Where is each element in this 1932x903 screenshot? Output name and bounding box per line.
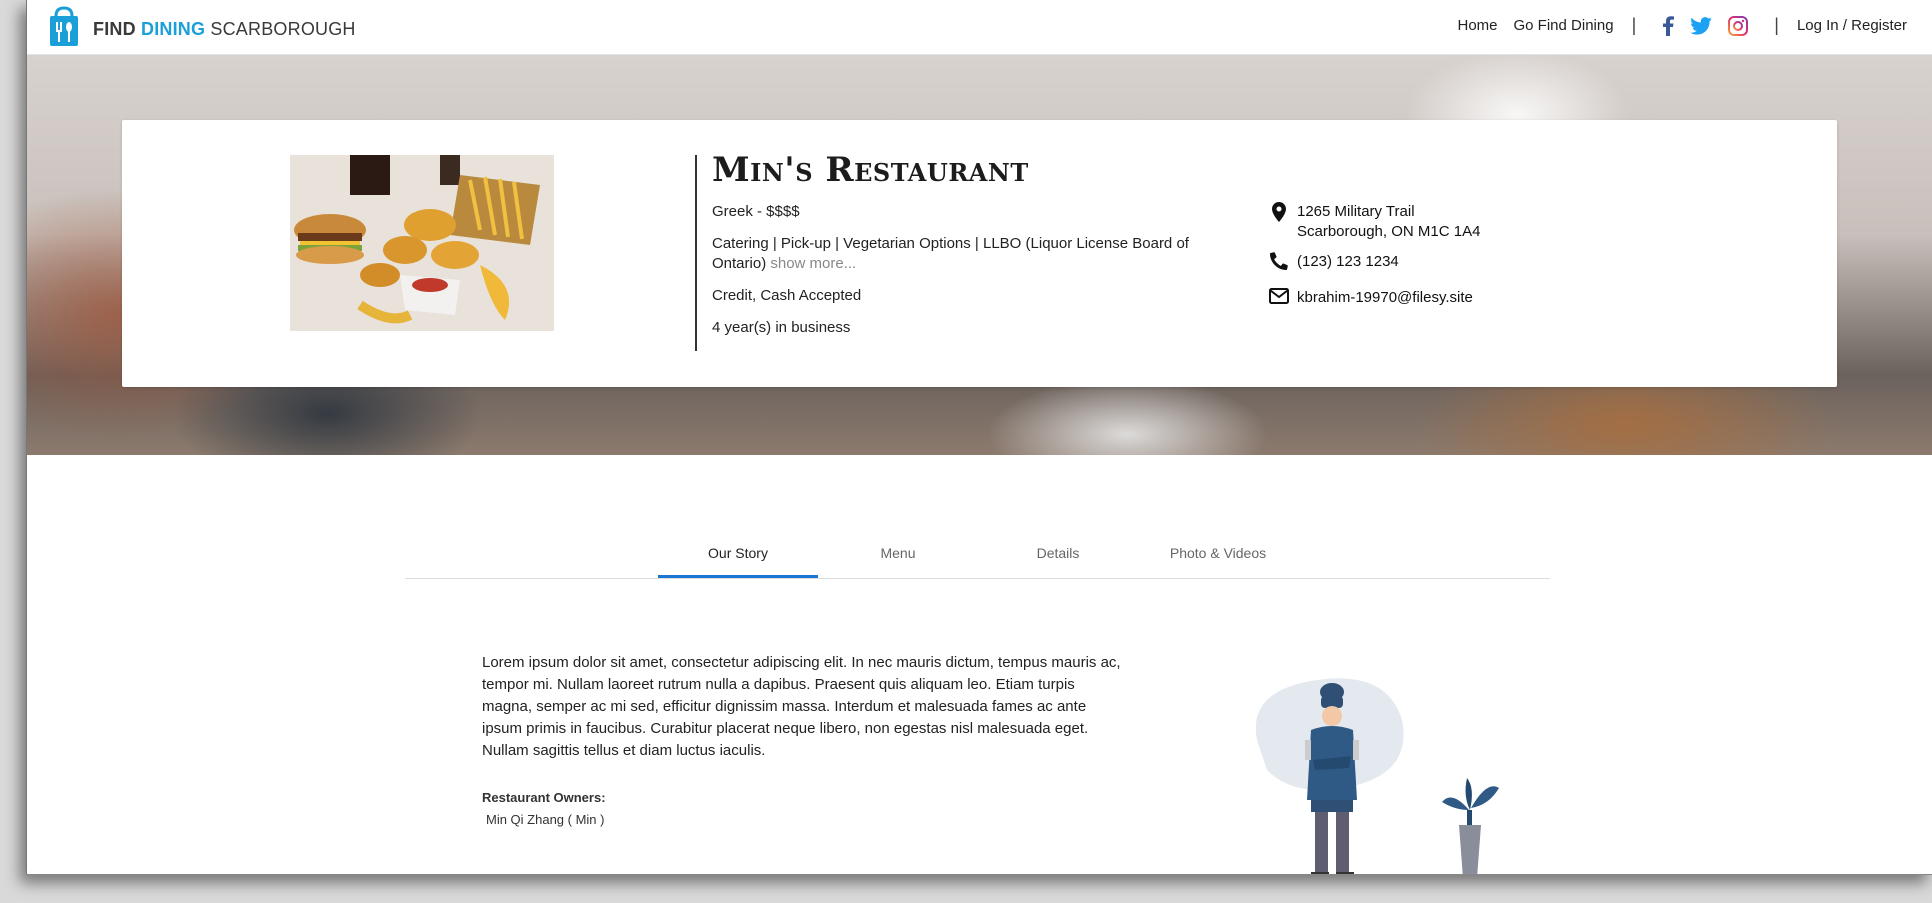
nav-right: Home Go Find Dining | | Log In / Registe… bbox=[1457, 15, 1907, 36]
tab-our-story[interactable]: Our Story bbox=[658, 530, 818, 578]
story-text: Lorem ipsum dolor sit amet, consectetur … bbox=[482, 654, 1121, 759]
envelope-icon bbox=[1267, 288, 1291, 304]
restaurant-info: Min's Restaurant Greek - $$$$ Catering |… bbox=[712, 150, 1242, 350]
nav-home-link[interactable]: Home bbox=[1457, 17, 1497, 34]
tab-bar: Our Story Menu Details Photo & Videos bbox=[405, 530, 1550, 579]
site-logo[interactable]: FIND DINING SCARBOROUGH bbox=[47, 6, 356, 53]
tab-menu[interactable]: Menu bbox=[818, 530, 978, 576]
nav-separator: | bbox=[1631, 15, 1637, 35]
logo-text: FIND DINING SCARBOROUGH bbox=[93, 19, 356, 40]
cuisine-price: Greek - $$$$ bbox=[712, 203, 800, 220]
location-pin-icon bbox=[1267, 202, 1291, 222]
tab-details[interactable]: Details bbox=[978, 530, 1138, 576]
logo-find: FIND bbox=[93, 19, 136, 39]
restaurant-photo bbox=[290, 155, 554, 331]
shopping-bag-icon bbox=[47, 6, 81, 53]
tabs: Our Story Menu Details Photo & Videos bbox=[658, 530, 1298, 578]
address-line1: 1265 Military Trail bbox=[1297, 203, 1415, 220]
address: 1265 Military Trail Scarborough, ON M1C … bbox=[1297, 202, 1480, 242]
logo-dining: DINING bbox=[141, 19, 206, 39]
phone-icon bbox=[1267, 252, 1291, 270]
owners-name: Min Qi Zhang ( Min ) bbox=[486, 812, 605, 827]
address-row: 1265 Military Trail Scarborough, ON M1C … bbox=[1267, 202, 1480, 242]
card-divider bbox=[695, 155, 697, 351]
hero-banner: Min's Restaurant Greek - $$$$ Catering |… bbox=[27, 54, 1932, 455]
facebook-icon[interactable] bbox=[1662, 15, 1675, 36]
browser-window: FIND DINING SCARBOROUGH Home Go Find Din… bbox=[26, 0, 1932, 875]
instagram-icon[interactable] bbox=[1728, 15, 1749, 36]
nav-separator: | bbox=[1774, 15, 1779, 35]
phone-row: (123) 123 1234 bbox=[1267, 252, 1480, 272]
email-address[interactable]: kbrahim-19970@filesy.site bbox=[1297, 288, 1473, 308]
tab-photo-videos[interactable]: Photo & Videos bbox=[1138, 530, 1298, 576]
logo-scarborough: SCARBOROUGH bbox=[210, 19, 356, 39]
owners-label: Restaurant Owners: bbox=[482, 790, 606, 805]
address-line2: Scarborough, ON M1C 1A4 bbox=[1297, 223, 1481, 240]
login-register-link[interactable]: Log In / Register bbox=[1797, 17, 1907, 34]
restaurant-card: Min's Restaurant Greek - $$$$ Catering |… bbox=[122, 120, 1837, 387]
restaurant-name: Min's Restaurant bbox=[712, 150, 1029, 190]
navbar: FIND DINING SCARBOROUGH Home Go Find Din… bbox=[27, 0, 1932, 55]
services-line: Catering | Pick-up | Vegetarian Options … bbox=[712, 234, 1242, 274]
show-more-link[interactable]: show more... bbox=[770, 255, 856, 272]
social-links bbox=[1654, 15, 1756, 36]
chef-illustration bbox=[1237, 670, 1517, 874]
phone-number[interactable]: (123) 123 1234 bbox=[1297, 252, 1399, 272]
years-in-business: 4 year(s) in business bbox=[712, 319, 851, 336]
payment-info: Credit, Cash Accepted bbox=[712, 287, 862, 304]
contact-info: 1265 Military Trail Scarborough, ON M1C … bbox=[1267, 202, 1480, 318]
twitter-icon[interactable] bbox=[1690, 16, 1713, 35]
email-row: kbrahim-19970@filesy.site bbox=[1267, 288, 1480, 308]
nav-go-find-dining-link[interactable]: Go Find Dining bbox=[1514, 17, 1614, 34]
